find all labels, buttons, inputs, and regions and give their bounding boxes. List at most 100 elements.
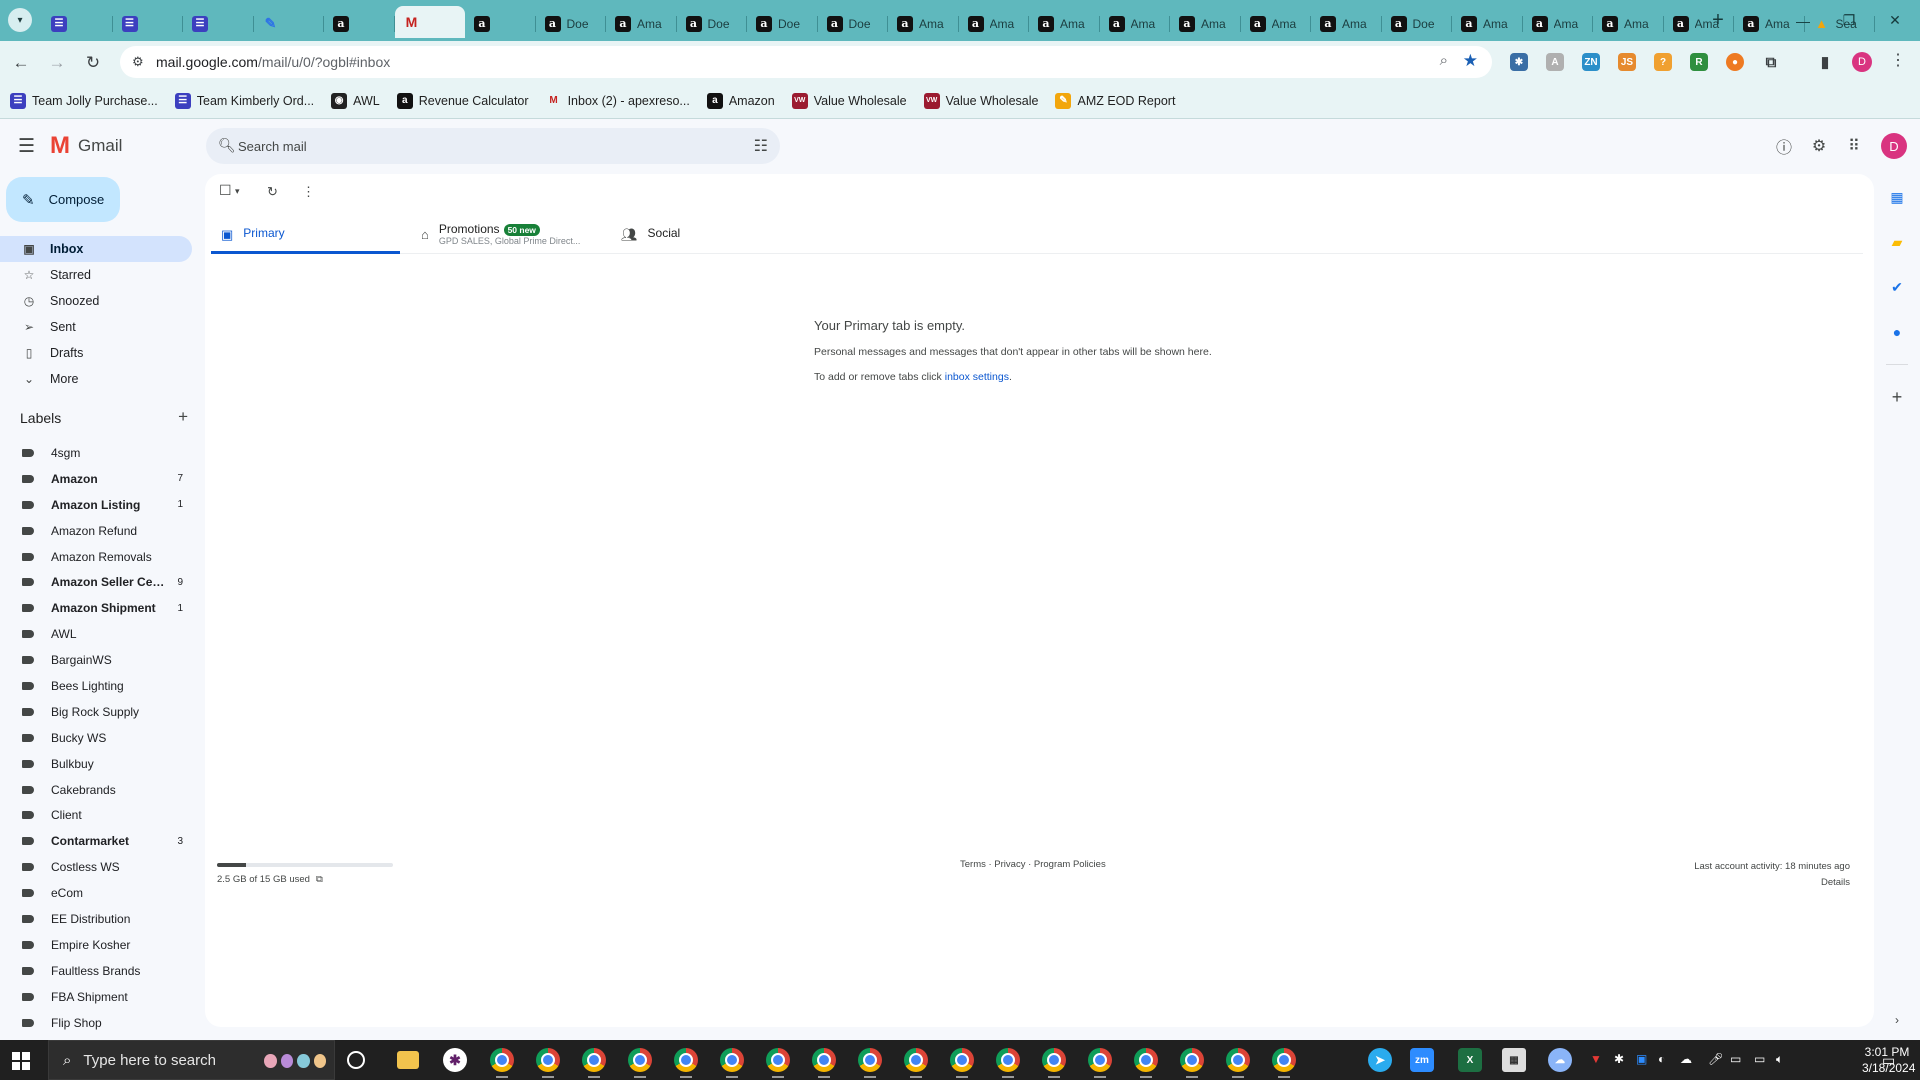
bookmark-item[interactable]: ☰ Team Jolly Purchase...: [10, 92, 158, 109]
windows-start-icon[interactable]: [12, 1052, 30, 1070]
extension-icon[interactable]: JS: [1618, 53, 1636, 71]
chrome-profile-icon[interactable]: [674, 1048, 698, 1078]
microphone-icon[interactable]: 🎤︎: [1708, 1052, 1723, 1066]
help-icon[interactable]: ⓘ: [1772, 134, 1796, 158]
browser-tab[interactable]: a Ama: [1029, 9, 1100, 38]
chrome-profile-icon[interactable]: [720, 1048, 744, 1078]
search-icon[interactable]: 🔍︎: [218, 137, 236, 154]
inbox-settings-link[interactable]: inbox settings: [945, 371, 1009, 383]
address-bar[interactable]: ⚙ mail.google.com/mail/u/0/?ogbl#inbox ⌕…: [120, 46, 1492, 78]
browser-tab[interactable]: a Ama: [1593, 9, 1664, 38]
bookmark-item[interactable]: ◉ AWL: [331, 92, 380, 109]
browser-tab[interactable]: a Ama: [959, 9, 1030, 38]
label-item[interactable]: 4sgm: [0, 440, 192, 466]
refresh-icon[interactable]: ↻: [267, 184, 278, 200]
extension-icon[interactable]: ✱: [1510, 53, 1528, 71]
main-menu-icon[interactable]: ☰: [18, 135, 35, 158]
label-item[interactable]: Amazon 7: [0, 466, 192, 492]
label-item[interactable]: BargainWS: [0, 647, 192, 673]
network-tray-icon[interactable]: ◐: [1658, 1052, 1665, 1066]
chrome-profile-icon[interactable]: [536, 1048, 560, 1078]
calendar-icon[interactable]: ▦: [1887, 187, 1907, 207]
browser-tab[interactable]: a Doe: [536, 9, 607, 38]
gmail-logo[interactable]: M Gmail: [50, 134, 122, 158]
browser-tab[interactable]: ✎: [254, 9, 325, 38]
browser-tab[interactable]: a Doe: [677, 9, 748, 38]
chrome-profile-icon[interactable]: [858, 1048, 882, 1078]
extensions-puzzle-icon[interactable]: ⧉: [1762, 53, 1780, 71]
account-avatar[interactable]: D: [1881, 133, 1907, 159]
restore-button[interactable]: ❐: [1826, 0, 1872, 41]
file-explorer-icon[interactable]: [397, 1051, 419, 1069]
notifications-icon[interactable]: ▭: [1882, 1052, 1895, 1069]
slack-icon[interactable]: ✱: [443, 1048, 467, 1072]
telegram-icon[interactable]: ➤: [1368, 1048, 1392, 1072]
label-item[interactable]: Amazon Removals: [0, 544, 192, 570]
label-item[interactable]: Amazon Refund: [0, 518, 192, 544]
tab-search-button[interactable]: ▾: [8, 8, 32, 32]
label-item[interactable]: Bulkbuy: [0, 751, 192, 777]
tab-primary[interactable]: ▣ Primary: [211, 218, 400, 254]
tab-promotions[interactable]: ⌂ Promotions 50 new GPD SALES, Global Pri…: [411, 218, 611, 254]
tasks-icon[interactable]: ✔: [1887, 277, 1907, 297]
zoom-app-icon[interactable]: zm: [1410, 1048, 1434, 1072]
browser-tab[interactable]: a Ama: [1523, 9, 1594, 38]
close-window-button[interactable]: ✕: [1872, 0, 1918, 41]
tab-social[interactable]: 👥︎ Social: [611, 218, 771, 254]
sidebar-item-sent[interactable]: ➢ Sent: [0, 314, 192, 340]
label-item[interactable]: Costless WS: [0, 854, 192, 880]
label-item[interactable]: Client: [0, 802, 192, 828]
settings-gear-icon[interactable]: ⚙: [1807, 134, 1831, 158]
zoom-tray-icon[interactable]: ▣: [1636, 1052, 1647, 1066]
keep-icon[interactable]: ▰: [1887, 232, 1907, 252]
bookmark-item[interactable]: ✎ AMZ EOD Report: [1055, 92, 1175, 109]
reload-icon[interactable]: ↻: [80, 50, 106, 76]
back-arrow-icon[interactable]: ←: [8, 50, 34, 76]
side-panel-icon[interactable]: ▮: [1816, 53, 1834, 71]
browser-tab[interactable]: M: [394, 6, 465, 38]
taskbar-search-input[interactable]: [83, 1051, 254, 1069]
task-view-icon[interactable]: [347, 1051, 365, 1069]
chrome-profile-icon[interactable]: [628, 1048, 652, 1078]
extension-icon[interactable]: ZN: [1582, 53, 1600, 71]
chrome-profile-icon[interactable]: [1180, 1048, 1204, 1078]
antivirus-tray-icon[interactable]: ▼: [1590, 1052, 1602, 1066]
calculator-icon[interactable]: ▦: [1502, 1048, 1526, 1072]
extension-icon[interactable]: ?: [1654, 53, 1672, 71]
select-dropdown-icon[interactable]: ▾: [235, 186, 240, 197]
sidebar-item-starred[interactable]: ☆ Starred: [0, 262, 192, 288]
browser-tab[interactable]: a Ama: [1100, 9, 1171, 38]
browser-tab[interactable]: ☰: [113, 9, 184, 38]
label-item[interactable]: Frontier: [0, 1035, 192, 1039]
sidebar-item-more[interactable]: ⌄ More: [0, 366, 192, 392]
select-checkbox[interactable]: ☐: [219, 182, 232, 199]
label-item[interactable]: Bucky WS: [0, 725, 192, 751]
label-item[interactable]: Empire Kosher: [0, 932, 192, 958]
excel-icon[interactable]: X: [1458, 1048, 1482, 1072]
bookmark-item[interactable]: VW Value Wholesale: [791, 92, 907, 109]
search-input[interactable]: [238, 128, 738, 164]
label-item[interactable]: Faultless Brands: [0, 958, 192, 984]
new-tab-button[interactable]: +: [1706, 8, 1730, 32]
site-info-icon[interactable]: ⚙: [132, 54, 144, 70]
label-item[interactable]: Cakebrands: [0, 777, 192, 803]
label-item[interactable]: eCom: [0, 880, 192, 906]
chrome-profile-icon[interactable]: [950, 1048, 974, 1078]
browser-tab[interactable]: a Doe: [1382, 9, 1453, 38]
browser-tab[interactable]: a Ama: [1311, 9, 1382, 38]
slack-tray-icon[interactable]: ✱: [1614, 1052, 1624, 1066]
browser-tab[interactable]: a Ama: [1170, 9, 1241, 38]
label-item[interactable]: Flip Shop: [0, 1010, 192, 1036]
expand-panel-icon[interactable]: ›: [1887, 1010, 1907, 1030]
taskbar-search[interactable]: ⌕: [48, 1040, 335, 1080]
chrome-profile-icon[interactable]: [996, 1048, 1020, 1078]
browser-tab[interactable]: a Ama: [1241, 9, 1312, 38]
search-options-icon[interactable]: ☷: [754, 136, 768, 156]
label-item[interactable]: Big Rock Supply: [0, 699, 192, 725]
bookmark-item[interactable]: a Amazon: [706, 92, 775, 109]
label-item[interactable]: Amazon Seller Cen... 9: [0, 569, 192, 595]
bookmark-item[interactable]: a Revenue Calculator: [396, 92, 529, 109]
chrome-profile-icon[interactable]: [1088, 1048, 1112, 1078]
open-external-icon[interactable]: ⧉: [316, 874, 323, 885]
wifi-icon[interactable]: ▭: [1754, 1052, 1765, 1066]
